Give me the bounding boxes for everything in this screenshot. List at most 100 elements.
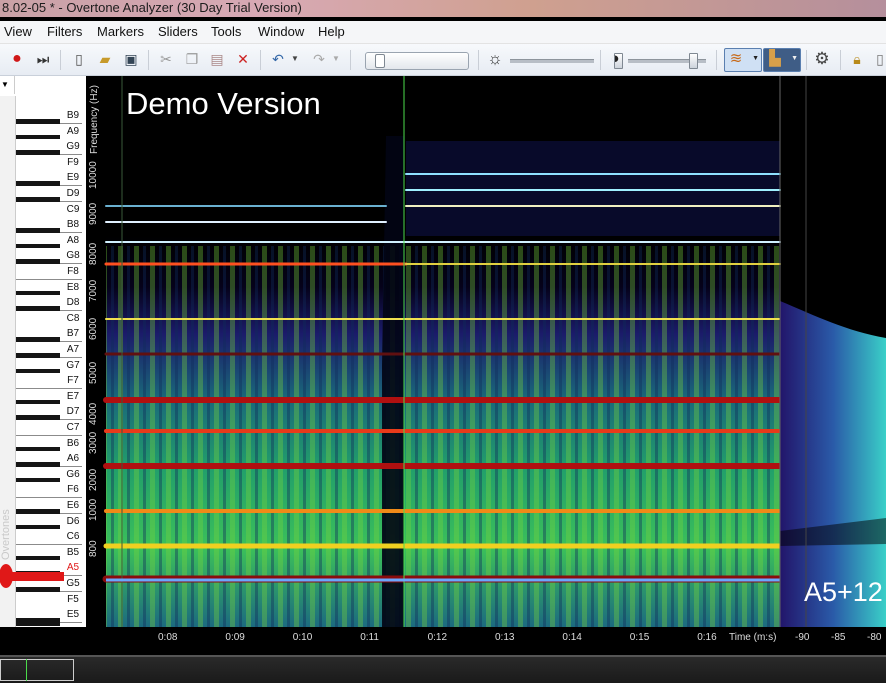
piano-keyboard[interactable]: ▼ B9 A9 G9 F9 E9 D9 C9 B8 A8 G8 F8 E8 D8 C8 B7 A7 G7 F7 E7… bbox=[0, 76, 86, 627]
time-tick: 0:16 bbox=[697, 632, 717, 643]
keyboard-menu[interactable]: ▼ bbox=[0, 76, 15, 94]
redo-icon[interactable]: ↷ bbox=[311, 51, 327, 67]
key-label: E7 bbox=[66, 390, 80, 402]
key-label: A9 bbox=[66, 125, 80, 137]
frequency-tick: 8000 bbox=[88, 242, 99, 265]
time-tick: 0:11 bbox=[360, 632, 379, 643]
spectrogram[interactable] bbox=[86, 76, 886, 627]
key-label: A7 bbox=[66, 344, 80, 355]
key-label: B7 bbox=[66, 328, 80, 340]
key-label: G5 bbox=[66, 578, 80, 589]
overview-strip[interactable] bbox=[0, 655, 886, 683]
db-tick: -85 bbox=[831, 632, 846, 643]
highlighted-key-marker bbox=[12, 572, 64, 581]
key-label: B5 bbox=[66, 546, 80, 558]
menu-markers[interactable]: Markers bbox=[97, 24, 144, 39]
redo-dropdown-icon[interactable]: ▼ bbox=[328, 51, 344, 67]
skip-end-icon[interactable]: ⏭ bbox=[35, 51, 51, 67]
key-label: C9 bbox=[66, 203, 80, 215]
overtones-label: Overtones bbox=[0, 509, 12, 560]
copy-icon[interactable]: ❐ bbox=[184, 51, 200, 67]
lock-icon[interactable]: 🔒︎ bbox=[849, 51, 865, 67]
window-title: 8.02-05 * - Overtone Analyzer (30 Day Tr… bbox=[0, 0, 886, 17]
chevron-down-icon: ▼ bbox=[1, 80, 9, 89]
key-label: G9 bbox=[66, 141, 80, 153]
overflow-icon[interactable]: ▯ bbox=[872, 51, 886, 67]
menu-tools[interactable]: Tools bbox=[211, 24, 241, 39]
menu-view[interactable]: View bbox=[4, 24, 32, 39]
key-label: F6 bbox=[67, 484, 79, 496]
paste-icon[interactable]: ▤ bbox=[209, 51, 225, 67]
delete-icon[interactable]: ✕ bbox=[235, 51, 251, 67]
time-tick: 0:09 bbox=[225, 632, 245, 643]
brightness-icon: ☼ bbox=[487, 49, 503, 68]
overview-playhead bbox=[26, 659, 27, 681]
key-label: F9 bbox=[67, 156, 79, 168]
time-tick: 0:13 bbox=[495, 632, 515, 643]
toolbar: ● ⏭ ▯ ▰ ▣ ✂ ❐ ▤ ✕ ↶ ▼ ↷ ▼ ☼ ◑ ≋ ▼ ▙ ▼ ⚙ … bbox=[0, 44, 886, 76]
frequency-tick: 7000 bbox=[88, 279, 99, 302]
menu-help[interactable]: Help bbox=[318, 24, 345, 39]
spectrum-view-icon: ▙ bbox=[769, 50, 781, 67]
black-key[interactable] bbox=[16, 618, 60, 627]
key-label: E5 bbox=[66, 609, 80, 621]
key-label: G8 bbox=[66, 250, 80, 262]
record-icon[interactable]: ● bbox=[9, 51, 25, 67]
time-tick: 0:10 bbox=[292, 632, 313, 643]
frequency-tick: 9000 bbox=[88, 202, 99, 225]
chevron-down-icon: ▼ bbox=[791, 55, 798, 62]
key-label: B9 bbox=[66, 110, 80, 121]
contrast-icon: ◑ bbox=[610, 50, 620, 67]
demo-watermark: Demo Version bbox=[126, 86, 321, 121]
chevron-down-icon: ▼ bbox=[752, 55, 759, 62]
frequency-tick: 5000 bbox=[88, 361, 99, 384]
time-axis-label: Time (m:s) bbox=[729, 632, 777, 643]
key-label: D7 bbox=[66, 406, 80, 418]
current-note-label: A5+12 bbox=[804, 577, 883, 607]
open-folder-icon[interactable]: ▰ bbox=[97, 51, 113, 67]
frequency-tick: 4000 bbox=[88, 402, 99, 425]
frequency-tick: 2000 bbox=[88, 468, 99, 491]
frequency-tick: 800 bbox=[88, 540, 99, 557]
cut-icon[interactable]: ✂ bbox=[158, 51, 174, 67]
key-label: C6 bbox=[66, 531, 80, 543]
db-tick: -80 bbox=[867, 632, 882, 643]
key-label: A6 bbox=[66, 453, 80, 465]
key-label: A5 bbox=[66, 562, 80, 574]
color-scheme-dropdown[interactable]: ≋ ▼ bbox=[724, 48, 762, 72]
db-tick: -90 bbox=[795, 632, 810, 643]
key-label: F7 bbox=[67, 375, 79, 387]
key-label: G6 bbox=[66, 468, 80, 480]
key-label: F5 bbox=[67, 593, 79, 605]
key-label: D6 bbox=[66, 515, 80, 527]
menu-window[interactable]: Window bbox=[258, 24, 304, 39]
time-tick: 0:14 bbox=[562, 632, 582, 643]
time-tick: 0:08 bbox=[158, 632, 178, 643]
frequency-tick: 10000 bbox=[88, 161, 99, 189]
key-label: C7 bbox=[66, 422, 80, 433]
frequency-axis-label: Frequency (Hz) bbox=[89, 85, 100, 154]
time-tick: 0:15 bbox=[629, 632, 650, 643]
key-label: E8 bbox=[66, 281, 80, 293]
undo-dropdown-icon[interactable]: ▼ bbox=[287, 51, 303, 67]
key-label: F8 bbox=[67, 266, 79, 277]
frequency-tick: 6000 bbox=[88, 317, 99, 340]
menu-bar: View Filters Markers Sliders Tools Windo… bbox=[0, 21, 886, 44]
position-slider[interactable] bbox=[365, 52, 469, 70]
undo-icon[interactable]: ↶ bbox=[270, 51, 286, 67]
menu-filters[interactable]: Filters bbox=[47, 24, 82, 39]
key-label: C8 bbox=[66, 312, 80, 324]
key-label: B6 bbox=[66, 437, 80, 449]
spectrogram-color-icon: ≋ bbox=[729, 50, 743, 67]
new-file-icon[interactable]: ▯ bbox=[71, 51, 87, 67]
overview-viewport[interactable] bbox=[0, 659, 74, 681]
gear-icon[interactable]: ⚙ bbox=[814, 50, 830, 67]
menu-sliders[interactable]: Sliders bbox=[158, 24, 198, 39]
time-tick: 0:12 bbox=[427, 632, 448, 643]
key-label: B8 bbox=[66, 219, 80, 231]
frequency-tick: 3000 bbox=[88, 431, 99, 454]
save-icon[interactable]: ▣ bbox=[123, 51, 139, 67]
contrast-slider-thumb[interactable] bbox=[689, 53, 699, 69]
brightness-track[interactable] bbox=[510, 59, 594, 63]
view-mode-dropdown[interactable]: ▙ ▼ bbox=[763, 48, 801, 72]
